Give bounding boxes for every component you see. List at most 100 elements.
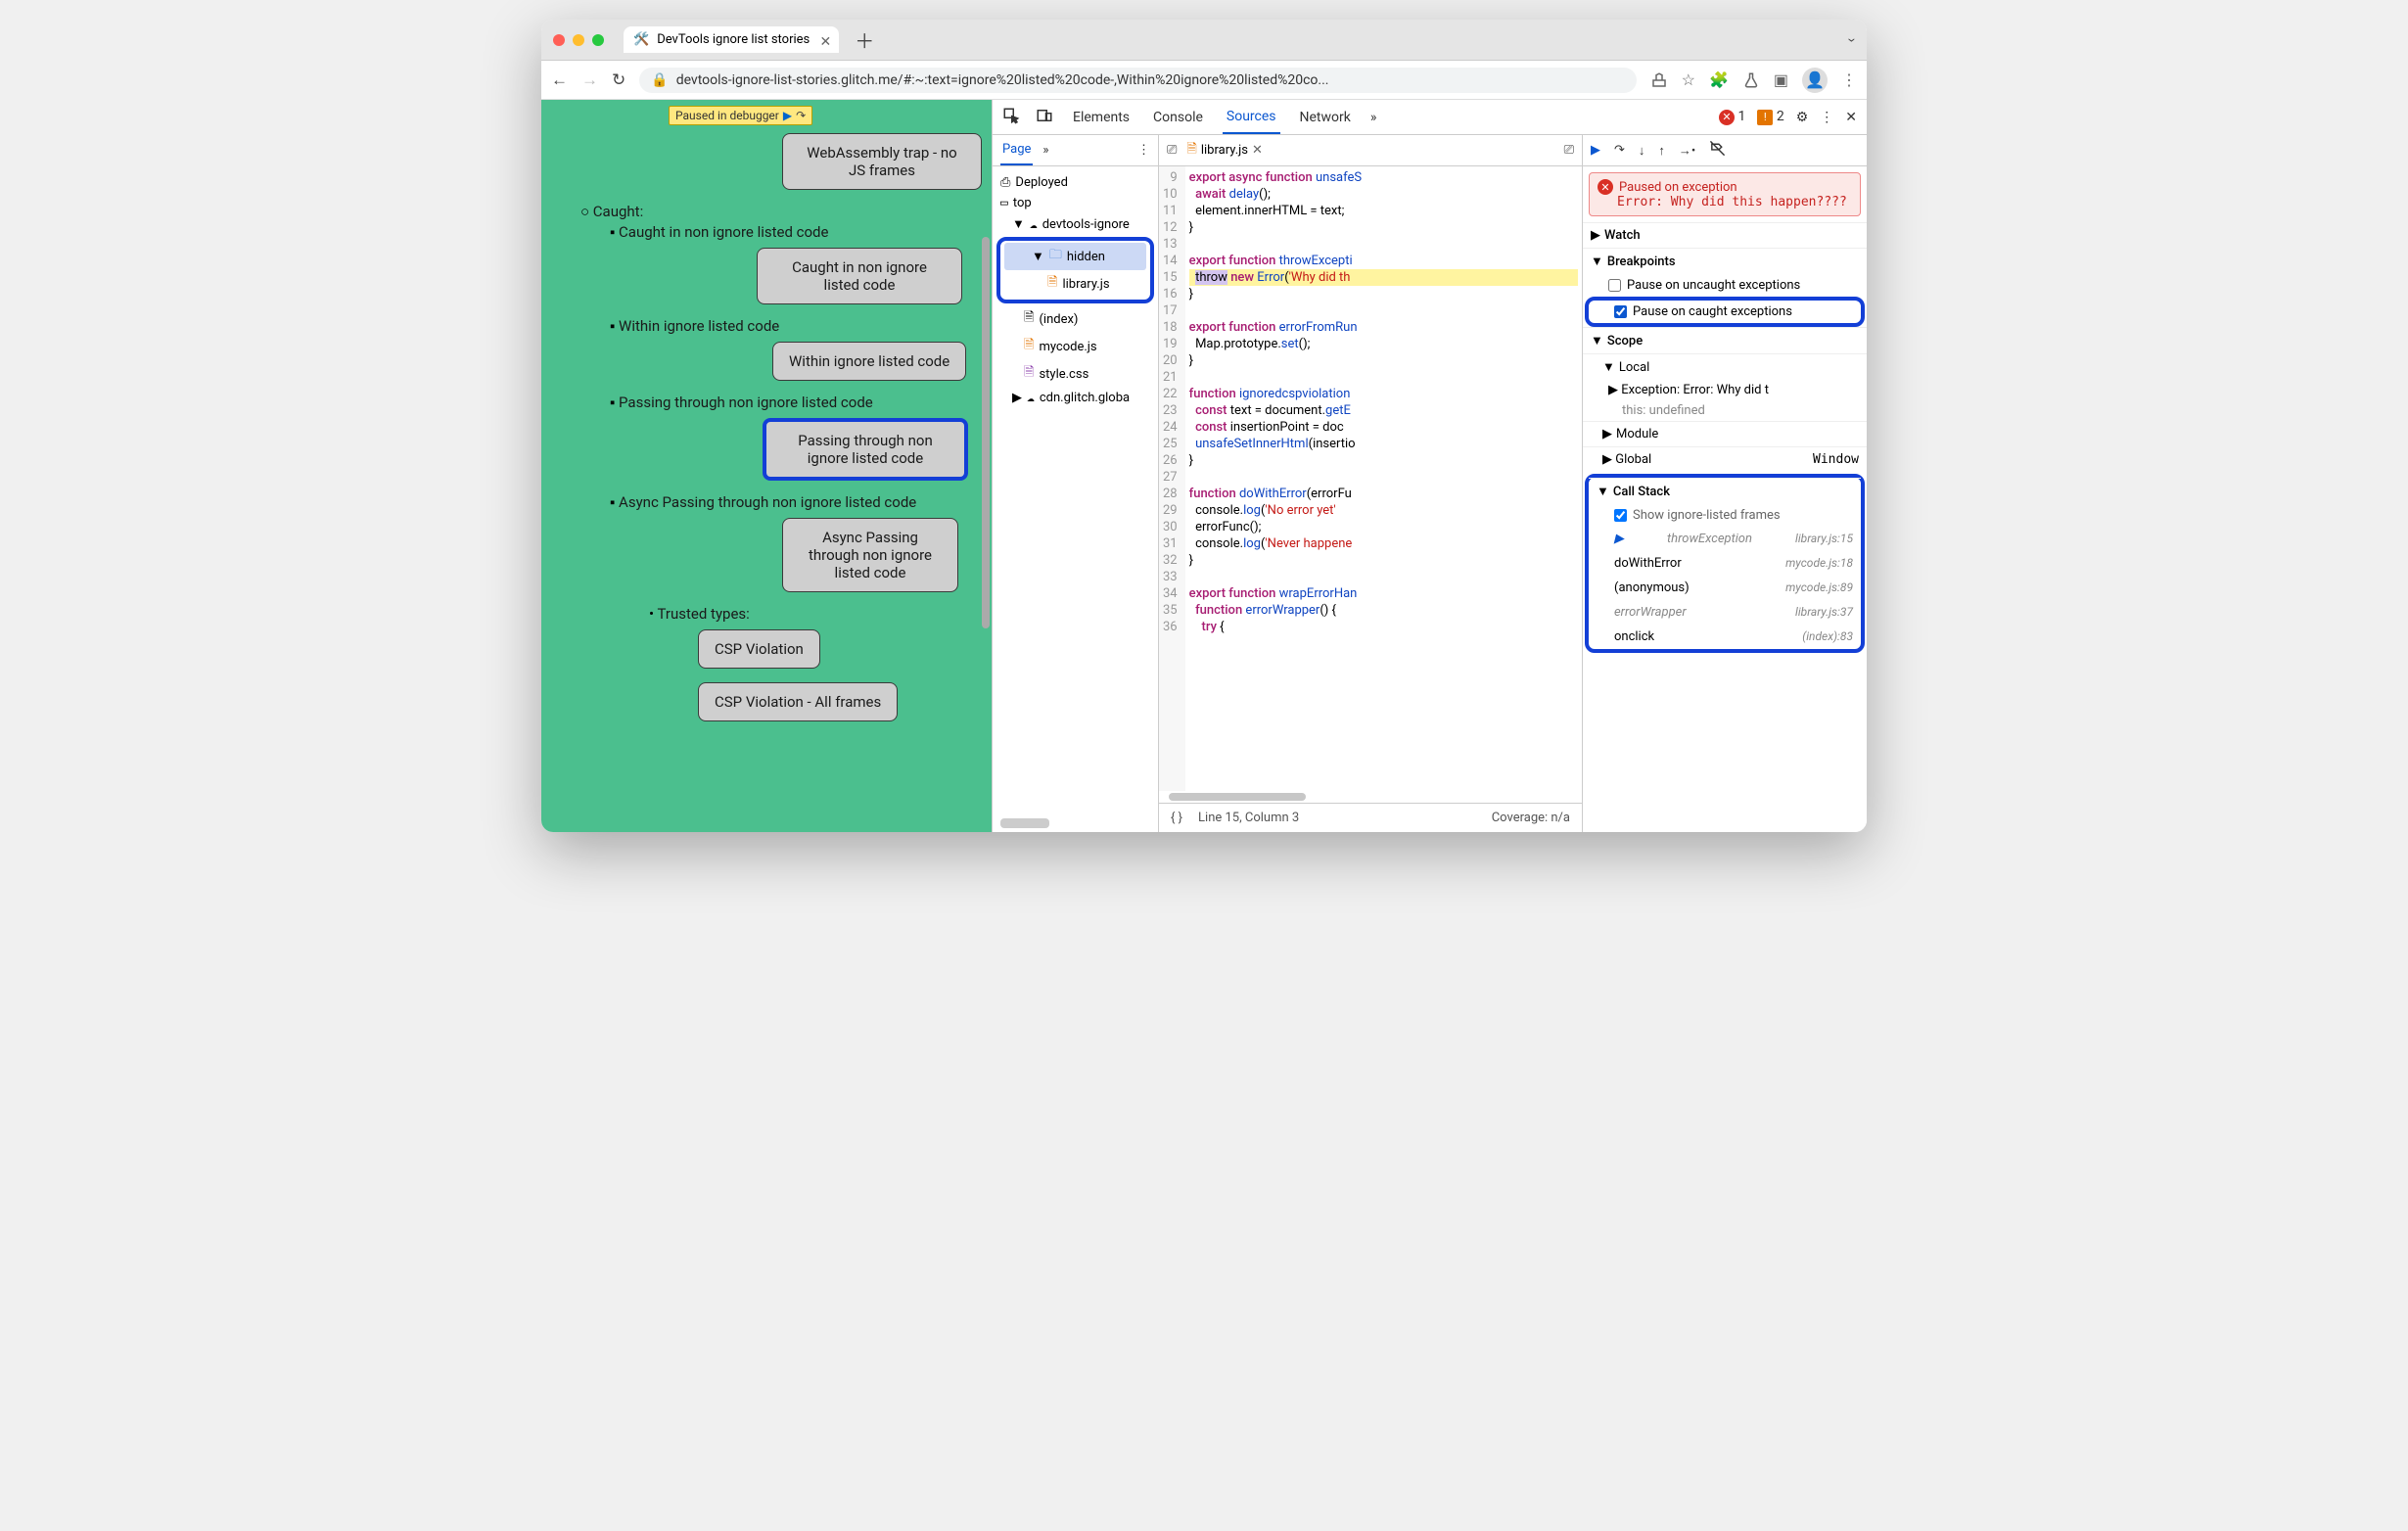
devtools-close-icon[interactable]: ✕ [1845, 110, 1857, 125]
item-async-passing: Async Passing through non ignore listed … [610, 493, 982, 511]
show-ignore-listed-checkbox[interactable]: Show ignore-listed frames [1589, 504, 1861, 527]
browser-menu-icon[interactable]: ⋮ [1841, 70, 1857, 89]
call-stack-section[interactable]: ▼Call Stack [1589, 478, 1861, 504]
inspect-element-icon[interactable] [1002, 107, 1020, 128]
settings-icon[interactable]: ⚙ [1796, 110, 1809, 125]
nav-top[interactable]: ▭top [996, 193, 1154, 213]
labs-icon[interactable] [1742, 71, 1760, 89]
disclosure-open-icon: ▼ [1591, 254, 1603, 269]
navigator-menu-icon[interactable]: ⋮ [1137, 143, 1150, 158]
step-icon[interactable]: →• [1679, 143, 1695, 159]
forward-button[interactable]: → [581, 70, 598, 90]
step-over-icon[interactable]: ↷ [1614, 143, 1625, 158]
more-tabs-icon[interactable]: » [1370, 110, 1377, 125]
call-stack-frame[interactable]: doWithErrormycode.js:18 [1589, 551, 1861, 576]
within-ignore-button[interactable]: Within ignore listed code [772, 342, 966, 381]
caught-header: Caught: [580, 203, 982, 220]
async-passing-button[interactable]: Async Passing through non ignore listed … [782, 518, 958, 592]
nav-mycode-js[interactable]: 🗎mycode.js [996, 333, 1154, 360]
call-stack-frame[interactable]: errorWrapperlibrary.js:37 [1589, 600, 1861, 625]
caught-non-ignore-button[interactable]: Caught in non ignore listed code [757, 248, 962, 304]
watch-section[interactable]: ▶Watch [1583, 222, 1867, 248]
tab-close-icon[interactable]: ✕ [820, 34, 832, 50]
tab-console[interactable]: Console [1149, 102, 1207, 133]
cloud-icon: ☁ [1027, 391, 1035, 405]
item-caught-non-ignore: Caught in non ignore listed code [610, 223, 982, 241]
toggle-navigator-icon[interactable]: ⎚ [1167, 143, 1177, 158]
scope-module[interactable]: ▶Module [1583, 421, 1867, 446]
warning-count[interactable]: ! 2 [1757, 109, 1783, 125]
devtools-menu-icon[interactable]: ⋮ [1820, 110, 1833, 125]
nav-style-css[interactable]: 🗎style.css [996, 360, 1154, 388]
nav-index[interactable]: 🗎(index) [996, 305, 1154, 333]
call-stack-frame[interactable]: onclick(index):83 [1589, 625, 1861, 649]
address-bar[interactable]: 🔒 devtools-ignore-list-stories.glitch.me… [639, 68, 1636, 93]
call-stack-frame[interactable]: ▶ throwExceptionlibrary.js:15 [1589, 527, 1861, 551]
navigator-scrollbar[interactable] [1000, 818, 1049, 828]
pause-caught-checkbox[interactable]: Pause on caught exceptions [1589, 301, 1861, 323]
code-editor[interactable]: 9101112131415161718192021222324252627282… [1159, 166, 1582, 791]
deactivate-breakpoints-icon[interactable] [1709, 140, 1726, 161]
cursor-position: Line 15, Column 3 [1198, 811, 1299, 825]
folder-icon: 🗀 [1049, 246, 1062, 267]
window-icon[interactable]: ▣ [1774, 70, 1788, 89]
page-scrollbar[interactable] [982, 237, 990, 628]
tab-elements[interactable]: Elements [1069, 102, 1134, 133]
pretty-print-icon[interactable]: { } [1171, 811, 1182, 825]
trusted-types-header: Trusted types: [649, 605, 982, 623]
share-icon[interactable] [1650, 71, 1668, 89]
passing-through-button[interactable]: Passing through non ignore listed code [763, 418, 968, 481]
navigator-more-icon[interactable]: » [1042, 143, 1048, 158]
breakpoints-section[interactable]: ▼Breakpoints [1583, 248, 1867, 274]
resume-icon[interactable]: ▶ [1591, 143, 1600, 158]
error-icon: ✕ [1598, 179, 1613, 195]
url-text: devtools-ignore-list-stories.glitch.me/#… [676, 72, 1329, 88]
tab-sources[interactable]: Sources [1223, 101, 1280, 134]
nav-library-js[interactable]: 🗎library.js [1004, 270, 1146, 298]
tab-network[interactable]: Network [1296, 102, 1355, 133]
csp-violation-button[interactable]: CSP Violation [698, 629, 820, 669]
editor-scrollbar[interactable] [1169, 793, 1306, 801]
nav-origin[interactable]: ▼☁devtools-ignore [996, 213, 1154, 235]
back-button[interactable]: ← [551, 70, 568, 90]
pause-uncaught-checkbox[interactable]: Pause on uncaught exceptions [1583, 274, 1867, 297]
cloud-icon: ☁ [1030, 217, 1038, 232]
deploy-icon: ⎙ [1000, 175, 1010, 190]
device-toolbar-icon[interactable] [1036, 107, 1053, 128]
call-stack-frame[interactable]: (anonymous)mycode.js:89 [1589, 576, 1861, 600]
nav-hidden-folder[interactable]: ▼🗀hidden [1004, 243, 1146, 270]
file-tab-library[interactable]: 🗎 library.js ✕ [1186, 140, 1262, 162]
css-file-icon: 🗎 [1024, 363, 1034, 385]
new-tab-button[interactable]: ＋ [855, 25, 874, 54]
file-tab-close-icon[interactable]: ✕ [1252, 143, 1263, 158]
reload-button[interactable]: ↻ [612, 70, 625, 90]
item-within-ignore: Within ignore listed code [610, 317, 982, 335]
nav-deployed[interactable]: ⎙Deployed [996, 172, 1154, 193]
error-count[interactable]: ✕ 1 [1719, 109, 1745, 125]
wasm-trap-button[interactable]: WebAssembly trap - no JS frames [782, 133, 982, 190]
tabs-menu-icon[interactable]: › [1844, 37, 1862, 42]
browser-tab[interactable]: 🛠️ DevTools ignore list stories ✕ [624, 26, 839, 53]
csp-violation-all-button[interactable]: CSP Violation - All frames [698, 682, 898, 721]
nav-cdn[interactable]: ▶☁cdn.glitch.globa [996, 388, 1154, 408]
window-zoom[interactable] [592, 34, 604, 46]
toggle-sidebar-icon[interactable]: ⎚ [1564, 143, 1574, 158]
scope-section[interactable]: ▼Scope [1583, 327, 1867, 353]
scope-local[interactable]: ▼Local [1583, 353, 1867, 380]
navigator-tab-page[interactable]: Page [1000, 135, 1033, 165]
extensions-icon[interactable]: 🧩 [1709, 70, 1729, 89]
coverage-status: Coverage: n/a [1492, 811, 1570, 825]
scope-exception[interactable]: ▶ Exception: Error: Why did t [1583, 380, 1867, 400]
disclosure-closed-icon: ▶ [1602, 427, 1612, 441]
window-minimize[interactable] [573, 34, 584, 46]
disclosure-open-icon: ▼ [1591, 333, 1603, 348]
window-close[interactable] [553, 34, 565, 46]
profile-avatar[interactable]: 👤 [1802, 68, 1828, 93]
step-out-icon[interactable]: ↑ [1658, 143, 1665, 159]
step-over-icon[interactable]: ↷ [796, 109, 806, 122]
step-into-icon[interactable]: ↓ [1639, 143, 1645, 159]
scope-global[interactable]: ▶ GlobalWindow [1583, 446, 1867, 472]
bookmark-icon[interactable]: ☆ [1682, 70, 1695, 89]
disclosure-closed-icon: ▶ [1602, 452, 1615, 467]
resume-icon[interactable]: ▶ [783, 109, 792, 122]
